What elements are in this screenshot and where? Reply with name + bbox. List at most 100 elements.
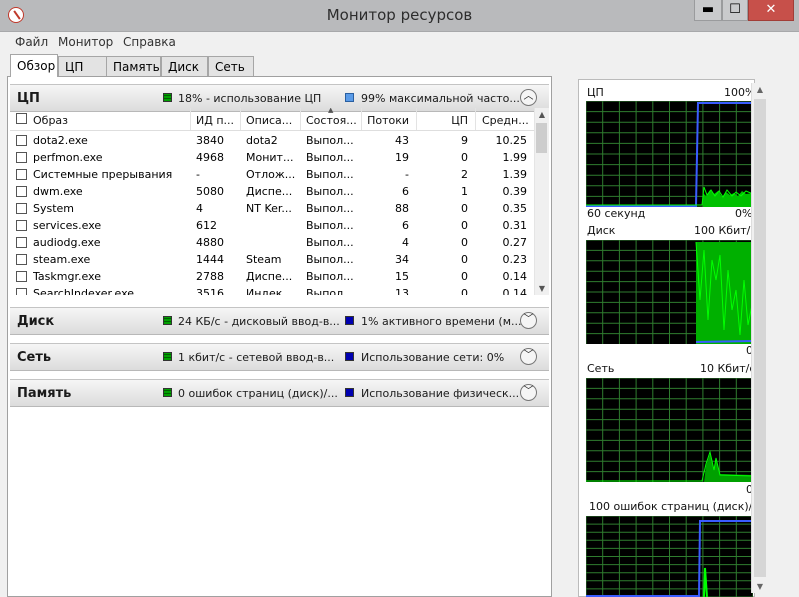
scroll-thumb[interactable] [536, 123, 547, 153]
table-cell: SearchIndexer.exe [33, 287, 135, 295]
table-row[interactable]: audiodg.exe 4880 Выпол... 4 0 0.27 [10, 234, 537, 251]
cpu-graph-plot [586, 101, 753, 207]
row-checkbox[interactable] [16, 237, 27, 248]
network-graph-plot [586, 378, 753, 482]
column-pid[interactable]: ИД п... [196, 114, 240, 127]
table-row[interactable]: dwm.exe 5080 Диспе... Выпол... 6 1 0.39 [10, 183, 537, 200]
table-cell: 9 [461, 134, 468, 147]
disk-active-legend-swatch [345, 316, 354, 325]
cpu-graph-time: 60 секунд [587, 207, 646, 220]
column-cpu[interactable]: ЦП [422, 114, 468, 127]
table-cell: Выпол... [306, 287, 354, 295]
graphs-panel: ЦП 100% 60 секунд 0% Диск 100 Кбит/с 0 С… [567, 79, 799, 597]
table-cell: 0 [461, 287, 468, 295]
table-cell: 612 [196, 219, 217, 232]
table-cell: Системные прерывания [33, 168, 173, 181]
table-cell: 4 [402, 236, 409, 249]
table-cell: dota2 [246, 134, 278, 147]
row-checkbox[interactable] [16, 169, 27, 180]
table-cell: 3840 [196, 134, 224, 147]
column-status[interactable]: Состоя... [306, 114, 360, 127]
table-cell: 4 [196, 202, 203, 215]
select-all-checkbox[interactable] [16, 113, 27, 124]
table-cell: Монит... [246, 151, 294, 164]
table-cell: 0 [461, 219, 468, 232]
menu-file[interactable]: Файл [15, 35, 48, 49]
menu-help[interactable]: Справка [123, 35, 176, 49]
network-usage-legend: Использование сети: 0% [361, 351, 505, 364]
disk-expand-button[interactable]: ﹀ [520, 312, 537, 329]
table-cell: 0.27 [502, 236, 528, 249]
tab-disk[interactable]: Диск [161, 56, 208, 76]
minimize-button[interactable]: ▬ [694, 0, 722, 21]
scroll-down-icon[interactable]: ▼ [535, 284, 549, 293]
table-cell: dota2.exe [33, 134, 88, 147]
table-cell: 34 [395, 253, 409, 266]
scroll-up-icon[interactable]: ▲ [535, 110, 549, 119]
menu-monitor[interactable]: Монитор [58, 35, 113, 49]
graphs-scroll-up-icon[interactable]: ▲ [752, 85, 768, 94]
graphs-scrollbar[interactable]: ▲ ▼ [751, 83, 768, 593]
graphs-scroll-thumb[interactable] [754, 99, 766, 577]
tab-memory[interactable]: Память [106, 56, 161, 76]
table-row[interactable]: dota2.exe 3840 dota2 Выпол... 43 9 10.25 [10, 132, 537, 149]
tab-network[interactable]: Сеть [208, 56, 254, 76]
tab-overview[interactable]: Обзор [10, 54, 58, 77]
column-average-cpu[interactable]: Средн... [482, 114, 530, 127]
table-row[interactable]: SearchIndexer.exe 3516 Индек... Выпол... 13 0… [10, 285, 537, 295]
table-header: Образ ИД п... Описа... ▲ Состоя... Поток… [10, 108, 537, 131]
close-button[interactable]: ✕ [748, 0, 794, 21]
row-checkbox[interactable] [16, 254, 27, 265]
table-cell: 0.39 [502, 185, 528, 198]
memory-physical-legend: Использование физическ... [361, 387, 520, 400]
table-cell: Выпол... [306, 202, 354, 215]
disk-section-header[interactable]: Диск 24 КБ/с - дисковый ввод-в... 1% акт… [10, 307, 549, 335]
cpu-collapse-button[interactable]: ︿ [520, 89, 537, 106]
network-usage-legend-swatch [345, 352, 354, 361]
graphs-scroll-down-icon[interactable]: ▼ [752, 582, 768, 591]
network-graph-max: 10 Кбит/с [700, 362, 756, 375]
row-checkbox[interactable] [16, 135, 27, 146]
table-cell: perfmon.exe [33, 151, 103, 164]
network-io-legend-swatch [163, 352, 172, 361]
row-checkbox[interactable] [16, 203, 27, 214]
table-cell: 19 [395, 151, 409, 164]
memory-graph [586, 516, 753, 597]
table-cell: Отлож... [246, 168, 296, 181]
memory-expand-button[interactable]: ﹀ [520, 384, 537, 401]
column-threads[interactable]: Потоки [367, 114, 409, 127]
memory-graph-label: 100 ошибок страниц (диск)/... [589, 500, 763, 513]
column-image[interactable]: Образ [33, 114, 183, 127]
table-row[interactable]: Системные прерывания - Отлож... Выпол... - 2 1… [10, 166, 537, 183]
maximize-button[interactable]: ☐ [722, 0, 748, 21]
table-cell: Индек... [246, 287, 293, 295]
disk-section-title: Диск [17, 314, 55, 329]
table-cell: Выпол... [306, 134, 354, 147]
row-checkbox[interactable] [16, 186, 27, 197]
network-expand-button[interactable]: ﹀ [520, 348, 537, 365]
row-checkbox[interactable] [16, 271, 27, 282]
table-cell: Выпол... [306, 219, 354, 232]
table-row[interactable]: services.exe 612 Выпол... 6 0 0.31 [10, 217, 537, 234]
memory-faults-legend: 0 ошибок страниц (диск)/... [178, 387, 338, 400]
table-cell: 6 [402, 219, 409, 232]
table-cell: 0 [461, 270, 468, 283]
column-description[interactable]: Описа... [246, 114, 298, 127]
disk-io-legend-swatch [163, 316, 172, 325]
row-checkbox[interactable] [16, 288, 27, 295]
cpu-graph-min: 0% [735, 207, 753, 220]
table-cell: System [33, 202, 75, 215]
table-scrollbar[interactable]: ▲ ▼ [534, 108, 549, 295]
network-section-header[interactable]: Сеть 1 кбит/с - сетевой ввод-в... Исполь… [10, 343, 549, 371]
table-cell: Steam [246, 253, 282, 266]
table-cell: 0 [461, 236, 468, 249]
row-checkbox[interactable] [16, 152, 27, 163]
table-cell: Taskmgr.exe [33, 270, 101, 283]
table-row[interactable]: steam.exe 1444 Steam Выпол... 34 0 0.23 [10, 251, 537, 268]
table-row[interactable]: System 4 NT Ker... Выпол... 88 0 0.35 [10, 200, 537, 217]
network-section-title: Сеть [17, 350, 52, 365]
table-row[interactable]: perfmon.exe 4968 Монит... Выпол... 19 0 1.99 [10, 149, 537, 166]
memory-section-header[interactable]: Память 0 ошибок страниц (диск)/... Испол… [10, 379, 549, 407]
table-row[interactable]: Taskmgr.exe 2788 Диспе... Выпол... 15 0 0.14 [10, 268, 537, 285]
row-checkbox[interactable] [16, 220, 27, 231]
